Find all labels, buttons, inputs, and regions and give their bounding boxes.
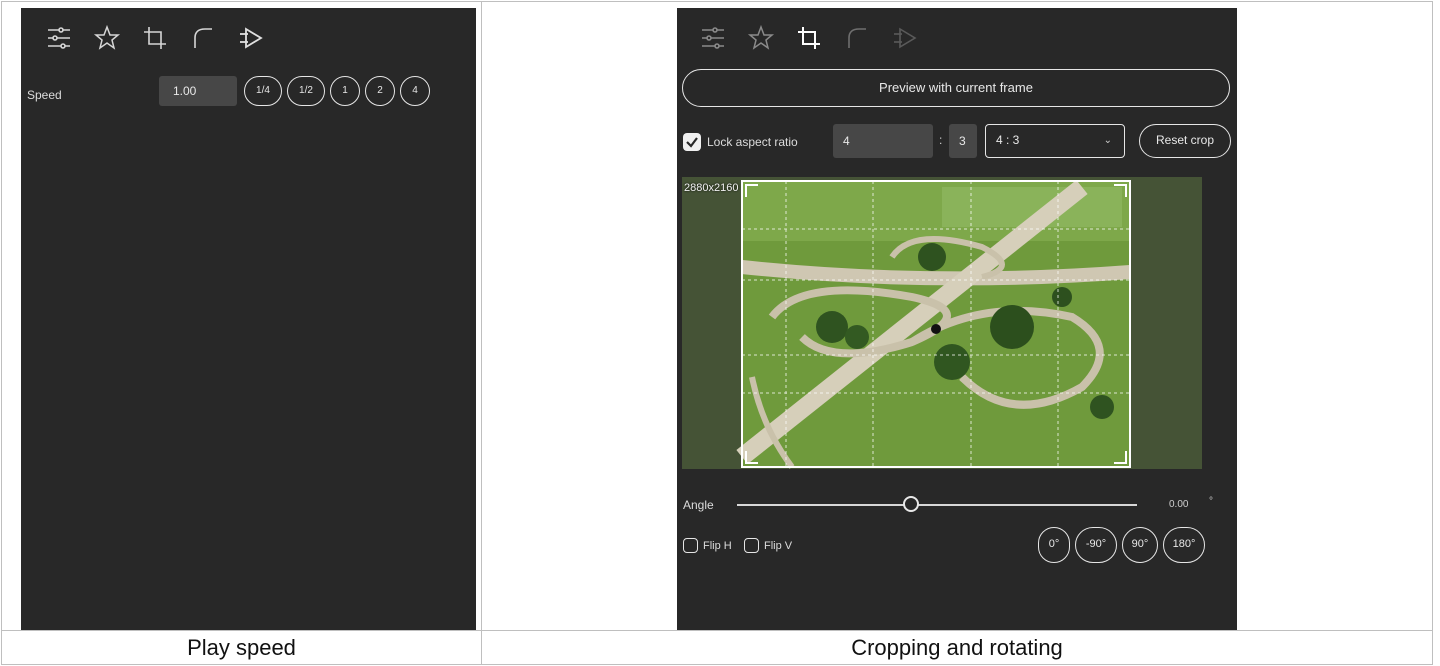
star-icon[interactable] xyxy=(737,20,785,56)
speed-preset-4-button[interactable]: 4 xyxy=(400,76,430,106)
speed-label: Speed xyxy=(27,88,62,102)
speed-preset-2-button[interactable]: 2 xyxy=(365,76,395,106)
ratio-width-input[interactable]: 4 xyxy=(833,124,933,158)
aspect-preset-value: 4 : 3 xyxy=(996,133,1020,147)
toolbar xyxy=(689,20,929,56)
lock-aspect-checkbox[interactable] xyxy=(683,133,701,151)
crop-icon[interactable] xyxy=(131,20,179,56)
speed-panel: Speed 1.00 1/4 1/2 1 2 4 xyxy=(21,8,476,630)
crop-frame[interactable] xyxy=(741,180,1131,468)
preview-current-frame-button[interactable]: Preview with current frame xyxy=(682,69,1230,107)
flip-v-checkbox[interactable] xyxy=(744,538,759,553)
ratio-separator: : xyxy=(939,133,943,147)
flip-h-label: Flip H xyxy=(703,540,732,552)
crop-preview-image[interactable]: 2880x2160 xyxy=(682,177,1202,469)
flip-v-label: Flip V xyxy=(764,540,793,552)
speed-preset-half-button[interactable]: 1/2 xyxy=(287,76,325,106)
caption-cropping: Cropping and rotating xyxy=(851,635,1063,660)
lock-aspect-label: Lock aspect ratio xyxy=(707,135,798,149)
crop-icon[interactable] xyxy=(785,20,833,56)
aspect-preset-select[interactable]: 4 : 3 ⌄ xyxy=(985,124,1125,158)
curve-icon[interactable] xyxy=(179,20,227,56)
play-forward-icon[interactable] xyxy=(227,20,275,56)
curve-icon[interactable] xyxy=(833,20,881,56)
flip-h-checkbox[interactable] xyxy=(683,538,698,553)
rotate-90-button[interactable]: 90° xyxy=(1122,527,1158,563)
angle-unit: ° xyxy=(1209,496,1213,507)
angle-slider[interactable] xyxy=(737,504,1137,506)
speed-preset-1-button[interactable]: 1 xyxy=(330,76,360,106)
speed-preset-quarter-button[interactable]: 1/4 xyxy=(244,76,282,106)
rotate-0-button[interactable]: 0° xyxy=(1038,527,1070,563)
angle-slider-thumb[interactable] xyxy=(903,496,919,512)
reset-crop-button[interactable]: Reset crop xyxy=(1139,124,1231,158)
sliders-icon[interactable] xyxy=(35,20,83,56)
toolbar xyxy=(35,20,275,56)
crop-panel: Preview with current frame Lock aspect r… xyxy=(677,8,1237,630)
caption-play-speed: Play speed xyxy=(187,635,296,660)
speed-input[interactable]: 1.00 xyxy=(159,76,237,106)
angle-value: 0.00 xyxy=(1169,499,1189,510)
rotate-180-button[interactable]: 180° xyxy=(1163,527,1205,563)
rotate-minus-90-button[interactable]: -90° xyxy=(1075,527,1117,563)
angle-label: Angle xyxy=(683,498,714,512)
chevron-down-icon: ⌄ xyxy=(1103,135,1112,146)
play-forward-icon[interactable] xyxy=(881,20,929,56)
ratio-height-input[interactable]: 3 xyxy=(949,124,977,158)
image-dimensions: 2880x2160 xyxy=(684,182,739,194)
sliders-icon[interactable] xyxy=(689,20,737,56)
star-icon[interactable] xyxy=(83,20,131,56)
